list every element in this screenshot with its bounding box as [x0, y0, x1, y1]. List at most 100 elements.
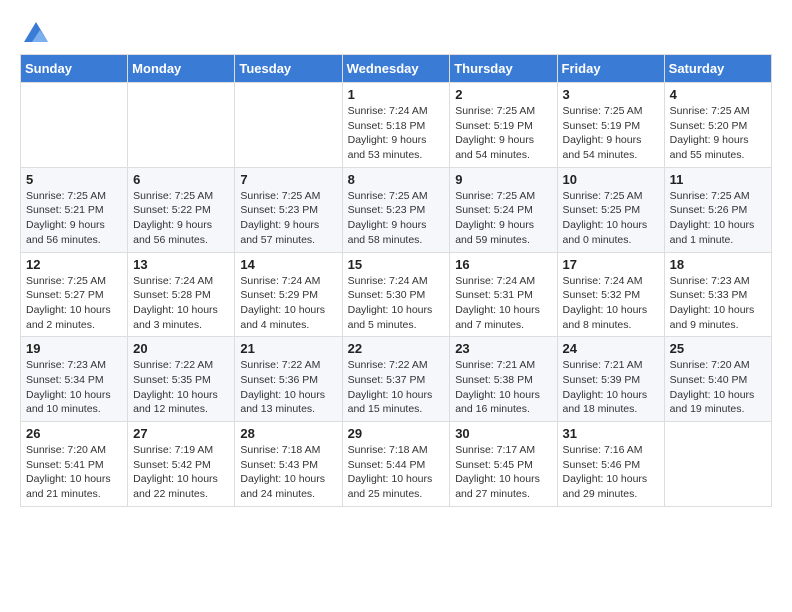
logo	[20, 20, 50, 44]
calendar-cell: 26 Sunrise: 7:20 AM Sunset: 5:41 PM Dayli…	[21, 422, 128, 507]
day-info: Sunrise: 7:22 AM Sunset: 5:37 PM Dayligh…	[348, 358, 445, 417]
calendar-cell: 28Sunrise: 7:18 AM Sunset: 5:43 PM Dayli…	[235, 422, 342, 507]
day-number: 2	[455, 87, 551, 102]
day-number: 16	[455, 257, 551, 272]
day-info: Sunrise: 7:24 AM Sunset: 5:28 PM Dayligh…	[133, 274, 229, 333]
day-info: Sunrise: 7:24 AM Sunset: 5:32 PM Dayligh…	[563, 274, 659, 333]
weekday-header-tuesday: Tuesday	[235, 55, 342, 83]
header	[20, 20, 772, 44]
day-number: 23	[455, 341, 551, 356]
day-number: 24	[563, 341, 659, 356]
day-info: Sunrise: 7:25 AM Sunset: 5:26 PM Dayligh…	[670, 189, 766, 248]
calendar-cell: 30 Sunrise: 7:17 AM Sunset: 5:45 PM Dayli…	[450, 422, 557, 507]
calendar-cell: 25Sunrise: 7:20 AM Sunset: 5:40 PM Dayli…	[664, 337, 771, 422]
day-info: Sunrise: 7:25 AM Sunset: 5:27 PM Dayligh…	[26, 274, 122, 333]
calendar-cell: 31 Sunrise: 7:16 AM Sunset: 5:46 PM Dayli…	[557, 422, 664, 507]
day-number: 11	[670, 172, 766, 187]
day-info: Sunrise: 7:20 AM Sunset: 5:41 PM Dayligh…	[26, 443, 122, 502]
day-info: Sunrise: 7:21 AM Sunset: 5:38 PM Dayligh…	[455, 358, 551, 417]
weekday-header-monday: Monday	[128, 55, 235, 83]
weekday-header-sunday: Sunday	[21, 55, 128, 83]
week-row-0: 1 Sunrise: 7:24 AM Sunset: 5:18 PM Daylig…	[21, 83, 772, 168]
calendar-cell: 27 Sunrise: 7:19 AM Sunset: 5:42 PM Dayli…	[128, 422, 235, 507]
calendar-cell: 23 Sunrise: 7:21 AM Sunset: 5:38 PM Dayli…	[450, 337, 557, 422]
day-info: Sunrise: 7:24 AM Sunset: 5:29 PM Dayligh…	[240, 274, 336, 333]
day-number: 22	[348, 341, 445, 356]
day-number: 4	[670, 87, 766, 102]
day-number: 9	[455, 172, 551, 187]
day-number: 27	[133, 426, 229, 441]
day-number: 31	[563, 426, 659, 441]
calendar-cell: 5Sunrise: 7:25 AM Sunset: 5:21 PM Daylig…	[21, 167, 128, 252]
week-row-2: 12Sunrise: 7:25 AM Sunset: 5:27 PM Dayli…	[21, 252, 772, 337]
calendar-cell: 10 Sunrise: 7:25 AM Sunset: 5:25 PM Dayli…	[557, 167, 664, 252]
day-number: 15	[348, 257, 445, 272]
calendar-cell: 6Sunrise: 7:25 AM Sunset: 5:22 PM Daylig…	[128, 167, 235, 252]
day-info: Sunrise: 7:22 AM Sunset: 5:36 PM Dayligh…	[240, 358, 336, 417]
calendar-body: 1 Sunrise: 7:24 AM Sunset: 5:18 PM Daylig…	[21, 83, 772, 507]
day-number: 7	[240, 172, 336, 187]
day-info: Sunrise: 7:24 AM Sunset: 5:31 PM Dayligh…	[455, 274, 551, 333]
day-info: Sunrise: 7:23 AM Sunset: 5:34 PM Dayligh…	[26, 358, 122, 417]
day-number: 17	[563, 257, 659, 272]
calendar-cell: 13Sunrise: 7:24 AM Sunset: 5:28 PM Dayli…	[128, 252, 235, 337]
day-number: 5	[26, 172, 122, 187]
calendar-cell	[128, 83, 235, 168]
calendar-cell: 12Sunrise: 7:25 AM Sunset: 5:27 PM Dayli…	[21, 252, 128, 337]
day-info: Sunrise: 7:24 AM Sunset: 5:18 PM Dayligh…	[348, 104, 445, 163]
calendar-cell: 14 Sunrise: 7:24 AM Sunset: 5:29 PM Dayli…	[235, 252, 342, 337]
day-info: Sunrise: 7:20 AM Sunset: 5:40 PM Dayligh…	[670, 358, 766, 417]
weekday-header-friday: Friday	[557, 55, 664, 83]
day-info: Sunrise: 7:18 AM Sunset: 5:44 PM Dayligh…	[348, 443, 445, 502]
weekday-header-thursday: Thursday	[450, 55, 557, 83]
day-info: Sunrise: 7:24 AM Sunset: 5:30 PM Dayligh…	[348, 274, 445, 333]
calendar-cell	[235, 83, 342, 168]
day-info: Sunrise: 7:25 AM Sunset: 5:23 PM Dayligh…	[240, 189, 336, 248]
day-info: Sunrise: 7:22 AM Sunset: 5:35 PM Dayligh…	[133, 358, 229, 417]
day-info: Sunrise: 7:25 AM Sunset: 5:19 PM Dayligh…	[563, 104, 659, 163]
calendar-cell	[664, 422, 771, 507]
calendar-cell: 17 Sunrise: 7:24 AM Sunset: 5:32 PM Dayli…	[557, 252, 664, 337]
calendar-cell	[21, 83, 128, 168]
week-row-4: 26 Sunrise: 7:20 AM Sunset: 5:41 PM Dayli…	[21, 422, 772, 507]
day-info: Sunrise: 7:21 AM Sunset: 5:39 PM Dayligh…	[563, 358, 659, 417]
calendar-cell: 1 Sunrise: 7:24 AM Sunset: 5:18 PM Daylig…	[342, 83, 450, 168]
calendar-cell: 20 Sunrise: 7:22 AM Sunset: 5:35 PM Dayli…	[128, 337, 235, 422]
day-info: Sunrise: 7:25 AM Sunset: 5:25 PM Dayligh…	[563, 189, 659, 248]
day-number: 8	[348, 172, 445, 187]
day-info: Sunrise: 7:18 AM Sunset: 5:43 PM Dayligh…	[240, 443, 336, 502]
week-row-1: 5Sunrise: 7:25 AM Sunset: 5:21 PM Daylig…	[21, 167, 772, 252]
day-info: Sunrise: 7:25 AM Sunset: 5:19 PM Dayligh…	[455, 104, 551, 163]
day-number: 6	[133, 172, 229, 187]
day-number: 18	[670, 257, 766, 272]
day-info: Sunrise: 7:16 AM Sunset: 5:46 PM Dayligh…	[563, 443, 659, 502]
day-number: 30	[455, 426, 551, 441]
calendar-cell: 15 Sunrise: 7:24 AM Sunset: 5:30 PM Dayli…	[342, 252, 450, 337]
calendar-cell: 9Sunrise: 7:25 AM Sunset: 5:24 PM Daylig…	[450, 167, 557, 252]
day-info: Sunrise: 7:19 AM Sunset: 5:42 PM Dayligh…	[133, 443, 229, 502]
logo-icon	[22, 20, 50, 48]
day-info: Sunrise: 7:25 AM Sunset: 5:23 PM Dayligh…	[348, 189, 445, 248]
day-info: Sunrise: 7:23 AM Sunset: 5:33 PM Dayligh…	[670, 274, 766, 333]
weekday-header-wednesday: Wednesday	[342, 55, 450, 83]
day-info: Sunrise: 7:25 AM Sunset: 5:20 PM Dayligh…	[670, 104, 766, 163]
calendar-cell: 29 Sunrise: 7:18 AM Sunset: 5:44 PM Dayli…	[342, 422, 450, 507]
day-info: Sunrise: 7:17 AM Sunset: 5:45 PM Dayligh…	[455, 443, 551, 502]
calendar-cell: 16 Sunrise: 7:24 AM Sunset: 5:31 PM Dayli…	[450, 252, 557, 337]
day-number: 19	[26, 341, 122, 356]
weekday-header-row: SundayMondayTuesdayWednesdayThursdayFrid…	[21, 55, 772, 83]
day-number: 14	[240, 257, 336, 272]
day-number: 20	[133, 341, 229, 356]
day-number: 1	[348, 87, 445, 102]
day-number: 26	[26, 426, 122, 441]
weekday-header-saturday: Saturday	[664, 55, 771, 83]
day-number: 10	[563, 172, 659, 187]
calendar-cell: 21 Sunrise: 7:22 AM Sunset: 5:36 PM Dayli…	[235, 337, 342, 422]
day-number: 21	[240, 341, 336, 356]
calendar-cell: 18 Sunrise: 7:23 AM Sunset: 5:33 PM Dayli…	[664, 252, 771, 337]
calendar-cell: 11 Sunrise: 7:25 AM Sunset: 5:26 PM Dayli…	[664, 167, 771, 252]
calendar-cell: 4 Sunrise: 7:25 AM Sunset: 5:20 PM Daylig…	[664, 83, 771, 168]
day-number: 29	[348, 426, 445, 441]
calendar-cell: 7 Sunrise: 7:25 AM Sunset: 5:23 PM Daylig…	[235, 167, 342, 252]
calendar-cell: 3Sunrise: 7:25 AM Sunset: 5:19 PM Daylig…	[557, 83, 664, 168]
